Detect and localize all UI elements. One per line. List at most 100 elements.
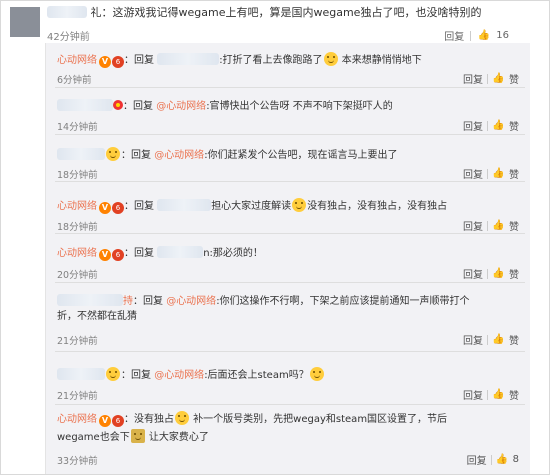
reply-text: :后面还会上steam吗？ <box>204 370 309 381</box>
like-icon[interactable]: 👍 <box>492 120 505 132</box>
reply-button[interactable]: 回复 <box>463 166 483 181</box>
divider <box>487 268 488 279</box>
emoji-icon <box>106 367 120 381</box>
reply-item: 心动网络 V 6 ：没有独占 补一个版号类别，先把wegay和steam国区设置了，节… <box>55 405 525 473</box>
reply-line: ：回复 @心动网络:后面还会上steam吗？ <box>57 367 325 383</box>
reply-item: 心动网络 V 6 ：回复 n:那必须的！ 20分钟前 回复 👍 赞 <box>55 234 525 283</box>
divider <box>487 334 488 345</box>
reply-prefix: ：回复 <box>124 55 158 66</box>
top-comment-text: 礼：这游戏我记得wegame上有吧，算是国内wegame独占了吧，也没啥特别的 <box>47 4 481 20</box>
reply-actions: 回复 👍 赞 <box>463 218 519 233</box>
divider <box>487 220 488 231</box>
reply-actions: 回复 👍 赞 <box>463 71 519 86</box>
reply-button[interactable]: 回复 <box>463 71 483 86</box>
reply-text-tail: 没有独占，没有独占，没有独占 <box>307 201 448 212</box>
reply-username[interactable]: 心动网络 <box>57 414 97 425</box>
reply-panel: 心动网络 V 6 ：回复 :打折了看上去像跑路了 本来想静悄悄地下 6分钟前 回复 👍 赞… <box>45 43 530 474</box>
reply-button[interactable]: 回复 <box>463 266 483 281</box>
reply-prefix: ：回复 <box>121 370 155 381</box>
mention-link[interactable]: @心动网络 <box>154 370 204 381</box>
reply-line: 心动网络 V 6 ：回复 :打折了看上去像跑路了 本来想静悄悄地下 <box>57 52 422 68</box>
vip-badge-icon: V <box>99 56 111 68</box>
reply-prefix: ：回复 <box>133 296 167 307</box>
badge-icon <box>113 100 123 110</box>
like-icon[interactable]: 👍 <box>492 168 505 180</box>
reply-prefix: ：回复 <box>124 201 158 212</box>
avatar[interactable] <box>10 7 40 37</box>
reply-prefix: ：回复 <box>121 150 155 161</box>
reply-time: 21分钟前 <box>57 336 98 347</box>
reply-line: 持：回复 @心动网络:你们这操作不行啊，下架之前应该提前通知一声顺带打个 <box>57 294 470 309</box>
like-button[interactable]: 赞 <box>509 387 519 402</box>
top-comment-actions: 回复 👍 16 <box>444 28 509 43</box>
level-badge-icon: 6 <box>112 415 124 427</box>
divider <box>470 30 472 41</box>
level-badge-icon: 6 <box>112 56 124 68</box>
top-comment-body: 礼：这游戏我记得wegame上有吧，算是国内wegame独占了吧，也没啥特别的 <box>90 6 482 19</box>
like-icon[interactable]: 👍 <box>492 268 505 280</box>
like-button[interactable]: 赞 <box>509 118 519 133</box>
reply-button[interactable]: 回复 <box>463 332 483 347</box>
reply-text: n:那必须的！ <box>203 248 263 259</box>
reply-button[interactable]: 回复 <box>467 452 487 467</box>
emoji-icon <box>309 367 324 381</box>
like-icon[interactable]: 👍 <box>492 220 505 232</box>
blurred-username <box>157 53 220 65</box>
blurred-username <box>57 294 123 306</box>
blurred-username <box>157 199 212 211</box>
like-icon[interactable]: 👍 <box>477 30 490 42</box>
reply-actions: 回复 👍 赞 <box>463 332 519 347</box>
top-comment-time: 42分钟前 <box>47 32 90 43</box>
reply-line-2: wegame也会下 让大家费心了 <box>57 429 209 445</box>
reply-text: :你们赶紧发个公告吧，现在谣言马上要出了 <box>204 150 398 161</box>
like-icon[interactable]: 👍 <box>492 389 505 401</box>
level-badge-icon: 6 <box>112 202 124 214</box>
reply-actions: 回复 👍 赞 <box>463 166 519 181</box>
reply-username[interactable]: 心动网络 <box>57 55 97 66</box>
reply-time: 14分钟前 <box>57 122 98 133</box>
reply-username[interactable]: 心动网络 <box>57 248 97 259</box>
reply-text: :官博快出个公告呀 不声不响下架挺吓人的 <box>206 101 393 112</box>
like-button[interactable]: 赞 <box>509 266 519 281</box>
like-icon[interactable]: 👍 <box>492 334 505 346</box>
mention-link[interactable]: @心动网络 <box>156 101 206 112</box>
reply-button[interactable]: 回复 <box>444 28 464 43</box>
reply-button[interactable]: 回复 <box>463 387 483 402</box>
level-badge-icon: 6 <box>112 249 124 261</box>
reply-actions: 回复 👍 赞 <box>463 118 519 133</box>
blurred-username <box>57 99 113 111</box>
emoji-icon <box>175 411 189 425</box>
reply-line: 心动网络 V 6 ：没有独占 补一个版号类别，先把wegay和steam国区设置了，节… <box>57 411 447 427</box>
reply-item: 心动网络 V 6 ：回复 担心大家过度解读 没有独占，没有独占，没有独占 18分钟前 回… <box>55 182 525 234</box>
reply-line: ：回复 @心动网络:官博快出个公告呀 不声不响下架挺吓人的 <box>57 99 393 114</box>
reply-actions: 回复 👍 赞 <box>463 387 519 402</box>
like-icon[interactable]: 👍 <box>492 73 505 85</box>
reply-prefix: ：没有独占 <box>124 414 174 425</box>
reply-button[interactable]: 回复 <box>463 218 483 233</box>
reply-line: 心动网络 V 6 ：回复 n:那必须的！ <box>57 246 263 261</box>
top-comment: 礼：这游戏我记得wegame上有吧，算是国内wegame独占了吧，也没啥特别的 … <box>1 1 549 43</box>
divider <box>487 389 488 400</box>
comment-thread: 礼：这游戏我记得wegame上有吧，算是国内wegame独占了吧，也没啥特别的 … <box>0 0 550 475</box>
reply-time: 20分钟前 <box>57 270 98 281</box>
reply-line: ：回复 @心动网络:你们赶紧发个公告吧，现在谣言马上要出了 <box>57 147 398 163</box>
reply-time: 6分钟前 <box>57 75 92 86</box>
emoji-icon <box>106 147 120 161</box>
reply-username[interactable]: 持 <box>123 296 133 307</box>
reply-username[interactable]: 心动网络 <box>57 201 97 212</box>
like-button[interactable]: 赞 <box>509 166 519 181</box>
mention-link[interactable]: @心动网络 <box>166 296 216 307</box>
like-icon[interactable]: 👍 <box>496 454 509 466</box>
reply-text-tail: 让大家费心了 <box>145 432 209 443</box>
like-button[interactable]: 赞 <box>509 332 519 347</box>
reply-text-tail: 本来想静悄悄地下 <box>338 55 422 66</box>
vip-badge-icon: V <box>99 415 111 427</box>
reply-button[interactable]: 回复 <box>463 118 483 133</box>
mention-link[interactable]: @心动网络 <box>154 150 204 161</box>
blurred-username <box>47 6 87 18</box>
reply-prefix: ：回复 <box>124 248 158 259</box>
emoji-icon <box>130 429 145 443</box>
like-button[interactable]: 赞 <box>509 218 519 233</box>
like-button[interactable]: 赞 <box>509 71 519 86</box>
reply-item: 心动网络 V 6 ：回复 :打折了看上去像跑路了 本来想静悄悄地下 6分钟前 回复 👍 赞 <box>55 43 525 88</box>
